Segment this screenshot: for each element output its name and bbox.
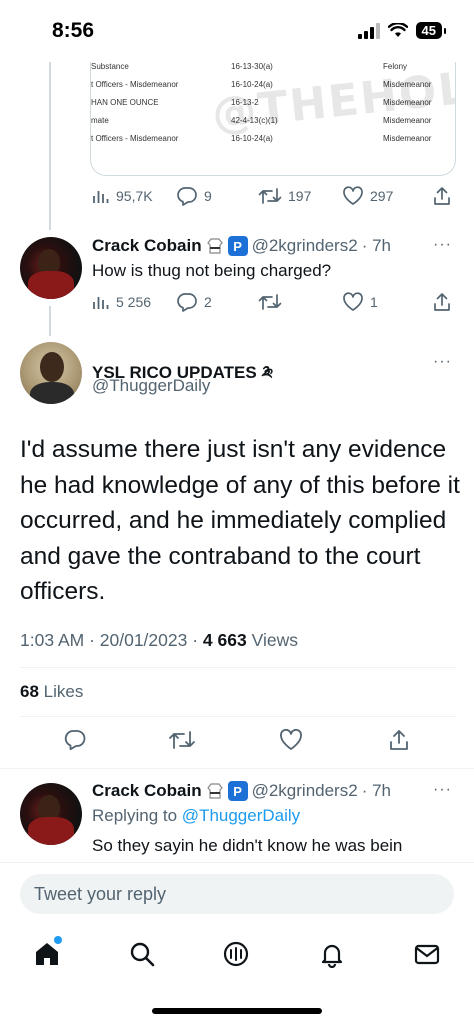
reply-composer: Tweet your reply	[0, 862, 474, 922]
retweet-icon	[258, 294, 282, 310]
tweet-actions: 5 256 2 1	[92, 290, 458, 314]
reply-icon	[177, 293, 197, 312]
thread-line-mid	[49, 306, 51, 336]
tweet-media-image[interactable]: @THEHOLLOWBRO Substance 16-13-30(a) Felony…	[90, 54, 456, 176]
more-options-button[interactable]: ···	[433, 353, 452, 371]
reply-icon	[177, 187, 197, 206]
views-button[interactable]: 95,7K	[92, 187, 153, 205]
messages-mail-icon[interactable]	[413, 940, 441, 968]
media-row: t Officers - Misdemeanor 16-10-24(a) Misde…	[91, 80, 432, 89]
avatar[interactable]	[20, 342, 82, 404]
media-row: mate 42-4-13(c)(1) Misdemeanor	[91, 116, 432, 125]
reply-count: 2	[204, 294, 212, 310]
status-bar: 8:56 45	[0, 0, 474, 62]
user-handle[interactable]: @2kgrinders2	[252, 236, 358, 256]
retweet-icon[interactable]	[168, 728, 196, 752]
karate-gi-emoji-icon	[206, 783, 223, 799]
tweet-subheader: @ThuggerDaily	[92, 376, 210, 396]
share-icon	[434, 187, 450, 205]
replying-to-link[interactable]: @ThuggerDaily	[182, 806, 300, 825]
thread-line-top	[49, 54, 51, 230]
tweet-header: Crack Cobain P @2kgrinders2 · 7h	[92, 236, 391, 256]
main-tweet-text: I'd assume there just isn't any evidence…	[20, 436, 460, 605]
reply-button[interactable]: 9	[176, 186, 212, 206]
replying-prefix: Replying to	[92, 806, 178, 825]
display-name[interactable]: Crack Cobain	[92, 781, 202, 801]
heart-icon	[343, 186, 363, 205]
reply-icon[interactable]	[63, 728, 87, 752]
status-icons: 45	[357, 22, 447, 39]
cellular-signal-icon	[357, 22, 380, 39]
display-name[interactable]: Crack Cobain	[92, 236, 202, 256]
spaces-icon[interactable]	[222, 940, 250, 968]
user-handle[interactable]: @2kgrinders2	[252, 781, 358, 801]
like-button[interactable]: 1	[342, 292, 378, 312]
reply-button[interactable]: 2	[176, 292, 212, 312]
views-icon	[93, 297, 109, 309]
divider	[20, 716, 456, 717]
user-handle[interactable]: @ThuggerDaily	[92, 376, 210, 396]
share-icon[interactable]	[387, 728, 411, 752]
divider	[20, 667, 456, 668]
likes-summary[interactable]: 68 Likes	[20, 682, 83, 702]
media-row: t Officers - Misdemeanor 16-10-24(a) Misde…	[91, 134, 432, 143]
like-count: 1	[370, 294, 378, 310]
like-button[interactable]: 297	[342, 186, 393, 206]
retweet-button[interactable]: 197	[258, 187, 311, 205]
divider	[0, 768, 474, 769]
main-tweet-actions	[0, 728, 474, 758]
likes-label: Likes	[43, 682, 84, 701]
avatar[interactable]	[20, 237, 82, 299]
heart-icon	[343, 292, 363, 311]
share-icon	[434, 293, 450, 311]
views-count: 5 256	[116, 294, 152, 310]
replying-to-line: Replying to @ThuggerDaily	[92, 806, 300, 826]
reply-count: 9	[204, 188, 212, 204]
likes-count: 68	[20, 682, 39, 701]
views-count: 95,7K	[116, 188, 153, 204]
views-count: 4 663	[202, 630, 247, 650]
parking-emoji-icon: P	[227, 236, 248, 256]
notifications-bell-icon[interactable]	[318, 940, 346, 968]
retweet-button[interactable]	[258, 293, 288, 311]
more-options-button[interactable]: ···	[433, 781, 452, 799]
search-icon[interactable]	[128, 940, 156, 968]
battery-indicator: 45	[415, 22, 447, 39]
retweet-count: 197	[288, 188, 312, 204]
views-icon	[93, 191, 109, 203]
share-button[interactable]	[432, 292, 452, 312]
share-button[interactable]	[432, 186, 452, 206]
avatar[interactable]	[20, 783, 82, 845]
retweet-icon	[258, 188, 282, 204]
views-label: Views	[251, 630, 298, 650]
media-row: Substance 16-13-30(a) Felony	[91, 62, 408, 71]
tweet-timestamp: 1:03 AM · 20/01/2023 ·	[20, 630, 199, 650]
parking-emoji-icon: P	[227, 781, 248, 801]
home-indicator	[152, 1008, 322, 1014]
status-time: 8:56	[52, 19, 95, 42]
media-row: HAN ONE OUNCE 16-13-2 Misdemeanor	[91, 98, 432, 107]
reply-input[interactable]: Tweet your reply	[20, 874, 454, 914]
tweet-header: Crack Cobain P @2kgrinders2 · 7h	[92, 781, 391, 801]
home-icon[interactable]	[33, 940, 61, 968]
tweet-actions: 95,7K 9 197 297	[92, 184, 458, 208]
tweet-text: How is thug not being charged?	[92, 261, 332, 280]
tweet-time: · 7h	[361, 781, 391, 800]
karate-gi-emoji-icon	[206, 238, 223, 254]
tweet-metadata: 1:03 AM · 20/01/2023 · 4 663 Views	[20, 630, 298, 651]
more-options-button[interactable]: ···	[433, 236, 452, 254]
views-button[interactable]: 5 256	[92, 293, 151, 311]
like-count: 297	[370, 188, 394, 204]
tweet-text: So they sayin he didn't know he was bein	[92, 836, 403, 855]
heart-icon[interactable]	[278, 728, 304, 752]
tweet-time: · 7h	[361, 236, 391, 255]
notification-dot	[54, 936, 62, 944]
wifi-icon	[387, 23, 408, 37]
